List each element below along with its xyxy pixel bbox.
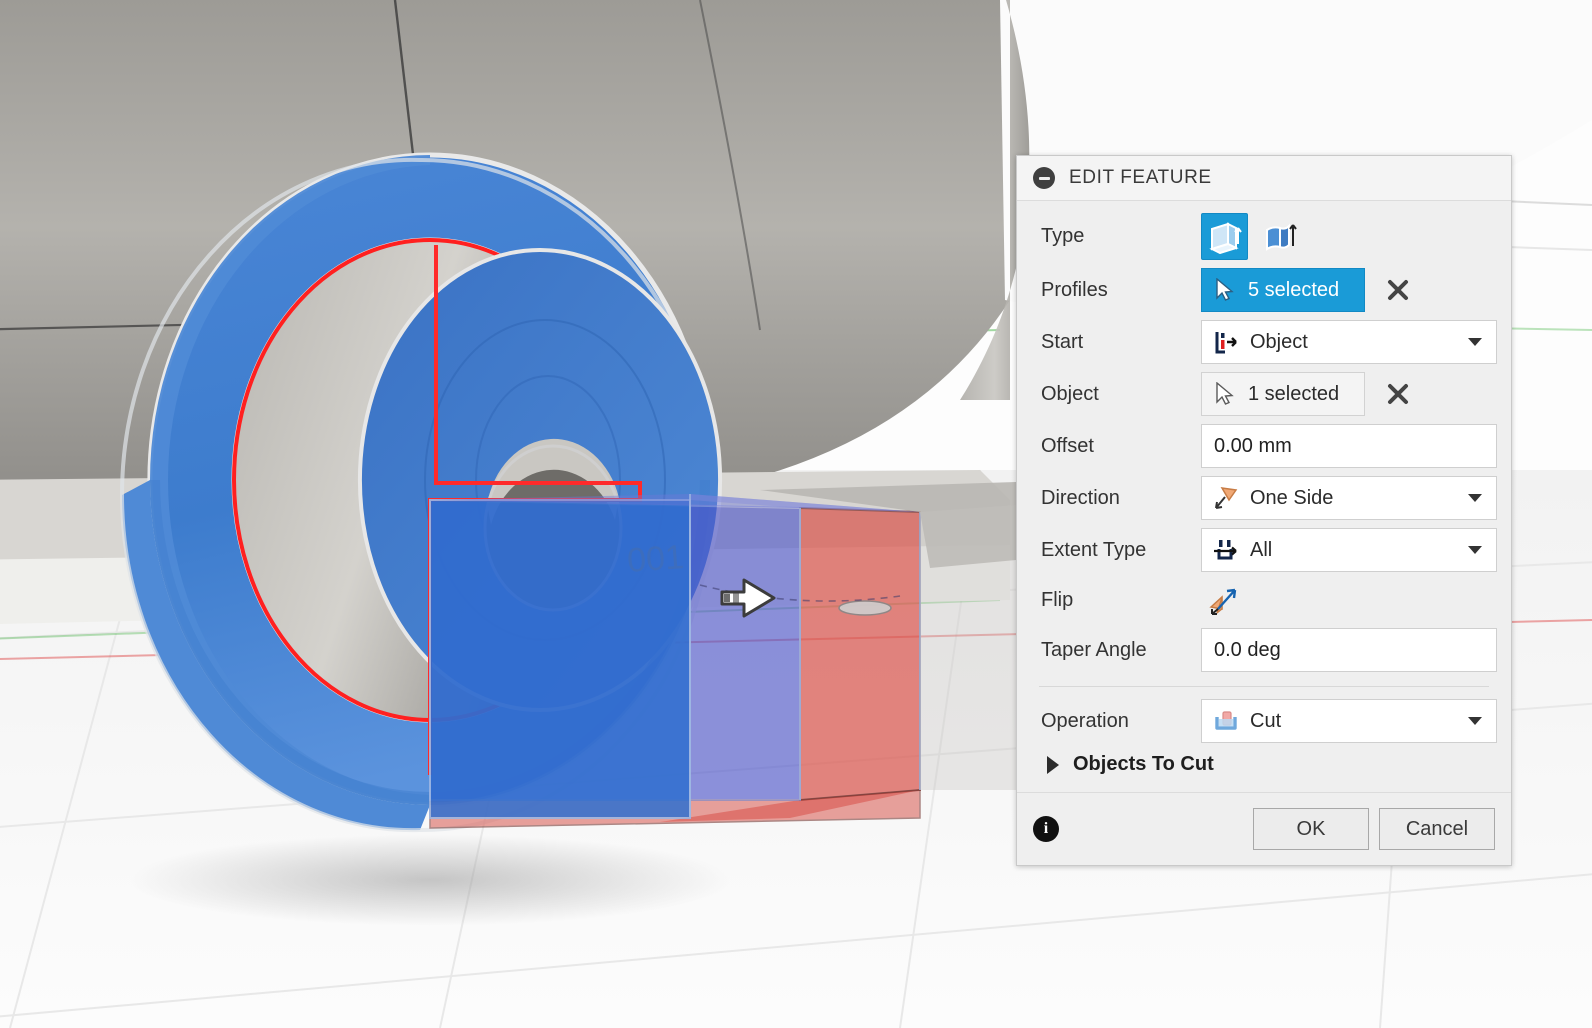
direction-dropdown[interactable]: One Side: [1201, 476, 1497, 520]
extrude-profile-icon[interactable]: [1201, 213, 1248, 260]
dialog-title: EDIT FEATURE: [1069, 167, 1212, 188]
type-toggle-group[interactable]: [1201, 213, 1303, 260]
minus-circle-icon[interactable]: [1033, 167, 1055, 189]
label-operation: Operation: [1041, 709, 1129, 732]
object-select-button[interactable]: 1 selected: [1201, 372, 1365, 416]
label-taper-angle: Taper Angle: [1041, 638, 1147, 661]
edit-feature-dialog[interactable]: EDIT FEATURE Type Profiles 5 selected St…: [1016, 155, 1512, 866]
flip-direction-icon[interactable]: [1201, 580, 1245, 620]
profiles-value: 5 selected: [1248, 278, 1340, 301]
cursor-arrow-icon: [1216, 278, 1234, 301]
dialog-header: EDIT FEATURE: [1017, 156, 1511, 201]
label-start: Start: [1041, 330, 1084, 353]
offset-input[interactable]: 0.00 mm: [1201, 424, 1497, 468]
chevron-down-icon[interactable]: [1468, 494, 1482, 502]
chevron-down-icon[interactable]: [1468, 338, 1482, 346]
row-operation: Operation Cut: [1017, 695, 1511, 747]
cancel-button[interactable]: Cancel: [1379, 808, 1495, 850]
sketch-annotation: 001: [626, 538, 685, 580]
label-object: Object: [1041, 382, 1099, 405]
start-value: Object: [1250, 330, 1308, 353]
dialog-footer: i OK Cancel: [1017, 792, 1511, 865]
label-extent-type: Extent Type: [1041, 538, 1147, 561]
extent-type-value: All: [1250, 538, 1273, 561]
objects-to-cut-label: Objects To Cut: [1073, 753, 1214, 775]
operation-value: Cut: [1250, 709, 1282, 732]
extent-all-icon: [1214, 540, 1237, 560]
object-value: 1 selected: [1248, 382, 1340, 405]
object-clear-button[interactable]: [1383, 379, 1413, 409]
row-start: Start Object: [1017, 316, 1511, 368]
extent-type-dropdown[interactable]: All: [1201, 528, 1497, 572]
row-direction: Direction One Side: [1017, 472, 1511, 524]
taper-angle-input[interactable]: 0.0 deg: [1201, 628, 1497, 672]
cut-operation-icon: [1215, 711, 1237, 730]
start-object-icon: [1215, 332, 1237, 354]
label-type: Type: [1041, 225, 1085, 247]
direction-value: One Side: [1250, 486, 1334, 509]
objects-to-cut-section[interactable]: Objects To Cut: [1017, 747, 1511, 786]
ok-button[interactable]: OK: [1253, 808, 1369, 850]
row-taper-angle: Taper Angle 0.0 deg: [1017, 624, 1511, 676]
extrude-surface-icon[interactable]: [1256, 213, 1303, 260]
chevron-down-icon[interactable]: [1468, 546, 1482, 554]
row-offset: Offset 0.00 mm: [1017, 420, 1511, 472]
profiles-clear-button[interactable]: [1383, 275, 1413, 305]
row-type: Type: [1017, 209, 1511, 264]
chevron-down-icon[interactable]: [1468, 717, 1482, 725]
label-flip: Flip: [1041, 588, 1074, 611]
cursor-arrow-icon: [1216, 382, 1234, 405]
profiles-select-button[interactable]: 5 selected: [1201, 268, 1365, 312]
part-shadow: [130, 834, 730, 926]
one-side-icon: [1215, 487, 1238, 509]
label-profiles: Profiles: [1041, 278, 1108, 301]
row-extent-type: Extent Type All: [1017, 524, 1511, 576]
row-flip: Flip: [1017, 576, 1511, 624]
start-dropdown[interactable]: Object: [1201, 320, 1497, 364]
operation-dropdown[interactable]: Cut: [1201, 699, 1497, 743]
dialog-divider: [1039, 686, 1489, 687]
row-object: Object 1 selected: [1017, 368, 1511, 420]
dialog-body: Type Profiles 5 selected Start Object Ob…: [1017, 201, 1511, 792]
row-profiles: Profiles 5 selected: [1017, 264, 1511, 316]
info-icon[interactable]: i: [1033, 816, 1059, 842]
triangle-right-icon[interactable]: [1047, 755, 1059, 774]
label-direction: Direction: [1041, 486, 1120, 509]
label-offset: Offset: [1041, 434, 1094, 457]
